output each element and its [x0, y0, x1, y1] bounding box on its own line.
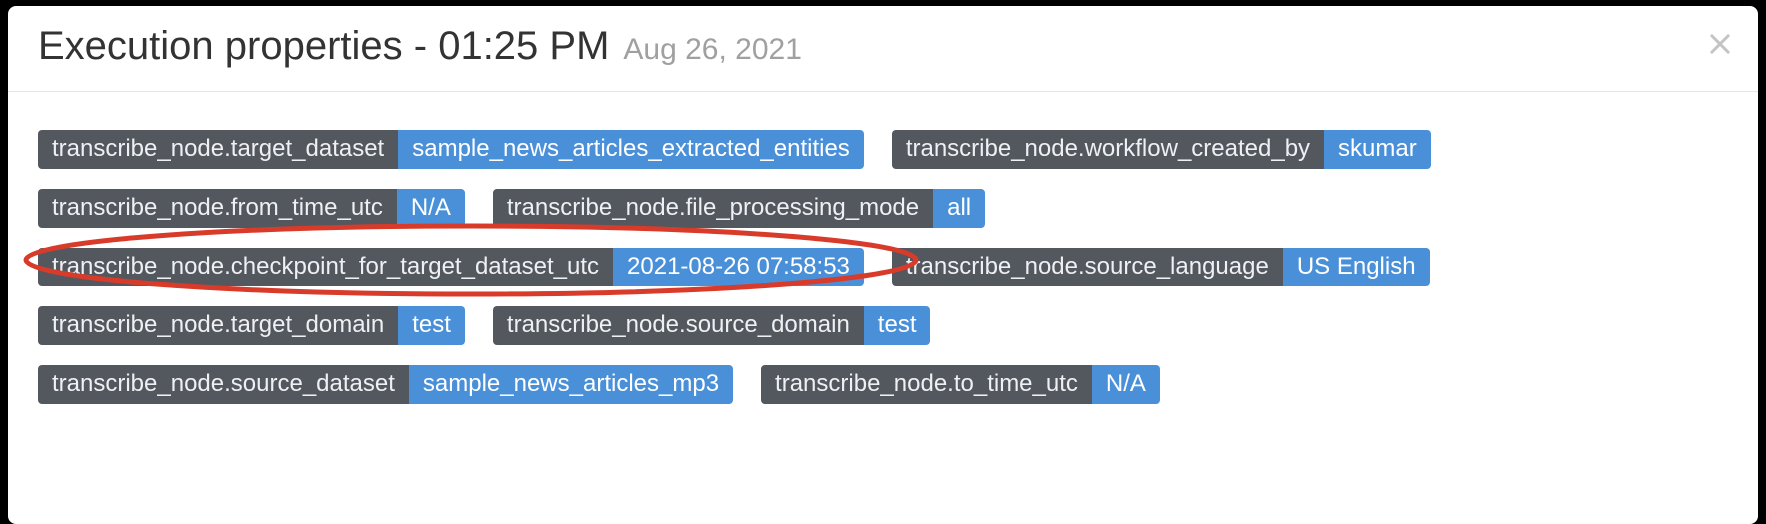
property-tag: transcribe_node.source_language US Engli… — [892, 248, 1430, 287]
property-tag: transcribe_node.from_time_utc N/A — [38, 189, 465, 228]
property-key: transcribe_node.workflow_created_by — [892, 130, 1324, 169]
property-row: transcribe_node.from_time_utc N/A transc… — [38, 189, 1728, 228]
property-tag: transcribe_node.workflow_created_by skum… — [892, 130, 1431, 169]
property-key: transcribe_node.to_time_utc — [761, 365, 1092, 404]
property-key: transcribe_node.source_domain — [493, 306, 864, 345]
close-icon[interactable] — [1706, 30, 1734, 58]
property-tag: transcribe_node.file_processing_mode all — [493, 189, 985, 228]
property-value: test — [398, 306, 465, 345]
property-tag: transcribe_node.source_dataset sample_ne… — [38, 365, 733, 404]
property-tag: transcribe_node.source_domain test — [493, 306, 931, 345]
modal-title: Execution properties - 01:25 PM — [38, 24, 609, 69]
property-tag: transcribe_node.target_dataset sample_ne… — [38, 130, 864, 169]
property-value: skumar — [1324, 130, 1431, 169]
modal-subtitle: Aug 26, 2021 — [623, 33, 802, 67]
property-tag: transcribe_node.checkpoint_for_target_da… — [38, 248, 864, 287]
property-value: N/A — [1092, 365, 1160, 404]
property-row: transcribe_node.target_domain test trans… — [38, 306, 1728, 345]
property-key: transcribe_node.file_processing_mode — [493, 189, 933, 228]
property-value: 2021-08-26 07:58:53 — [613, 248, 864, 287]
property-value: N/A — [397, 189, 465, 228]
property-value: all — [933, 189, 985, 228]
property-key: transcribe_node.source_dataset — [38, 365, 409, 404]
property-value: US English — [1283, 248, 1430, 287]
property-key: transcribe_node.from_time_utc — [38, 189, 397, 228]
modal-body: transcribe_node.target_dataset sample_ne… — [8, 92, 1758, 448]
property-row: transcribe_node.source_dataset sample_ne… — [38, 365, 1728, 404]
property-row: transcribe_node.checkpoint_for_target_da… — [38, 248, 1728, 287]
modal-header: Execution properties - 01:25 PM Aug 26, … — [8, 6, 1758, 92]
property-value: test — [864, 306, 931, 345]
property-tag: transcribe_node.to_time_utc N/A — [761, 365, 1160, 404]
execution-properties-modal: Execution properties - 01:25 PM Aug 26, … — [8, 6, 1758, 524]
property-key: transcribe_node.target_domain — [38, 306, 398, 345]
property-tag: transcribe_node.target_domain test — [38, 306, 465, 345]
property-value: sample_news_articles_mp3 — [409, 365, 733, 404]
property-key: transcribe_node.source_language — [892, 248, 1283, 287]
property-key: transcribe_node.checkpoint_for_target_da… — [38, 248, 613, 287]
property-row: transcribe_node.target_dataset sample_ne… — [38, 130, 1728, 169]
property-value: sample_news_articles_extracted_entities — [398, 130, 864, 169]
property-key: transcribe_node.target_dataset — [38, 130, 398, 169]
